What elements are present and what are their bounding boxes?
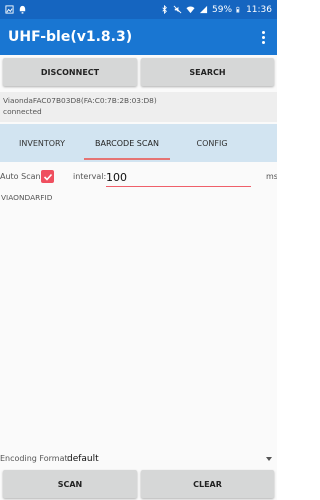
scan-results[interactable]: VIAONDARFID xyxy=(0,190,277,440)
tab-indicator xyxy=(84,158,170,160)
wifi-icon xyxy=(186,6,195,14)
encoding-label: Encoding Format xyxy=(0,454,68,463)
app-root: 59% 11:36 UHF-ble(v1.8.3) DISCONNECT SEA… xyxy=(0,0,277,500)
interval-input[interactable] xyxy=(106,168,251,187)
bluetooth-icon xyxy=(162,5,167,14)
device-info: ViaondaFAC07B03D8(FA:C0:7B:2B:03:D8) con… xyxy=(0,92,277,122)
dropdown-arrow-icon xyxy=(266,457,272,461)
status-bar: 59% 11:36 xyxy=(0,0,277,19)
scan-button[interactable]: SCAN xyxy=(3,470,137,498)
overflow-menu-icon[interactable] xyxy=(257,27,269,47)
image-notification-icon xyxy=(5,5,14,14)
status-right: 59% 11:36 xyxy=(160,5,272,15)
signal-icon xyxy=(199,5,208,14)
encoding-value: default xyxy=(67,454,99,464)
tab-inventory[interactable]: INVENTORY xyxy=(0,124,84,162)
bottom-actions: SCAN CLEAR xyxy=(0,470,277,500)
app-title: UHF-ble(v1.8.3) xyxy=(8,29,133,45)
check-icon xyxy=(43,173,52,181)
result-item: VIAONDARFID xyxy=(1,193,53,202)
clear-button[interactable]: CLEAR xyxy=(141,470,274,498)
tab-barcode-scan[interactable]: BARCODE SCAN xyxy=(84,124,170,162)
auto-scan-checkbox[interactable] xyxy=(41,170,54,183)
tab-config[interactable]: CONFIG xyxy=(170,124,254,162)
encoding-select[interactable]: default xyxy=(67,451,275,467)
status-left xyxy=(5,5,27,14)
device-name: ViaondaFAC07B03D8(FA:C0:7B:2B:03:D8) xyxy=(3,96,157,105)
search-button[interactable]: SEARCH xyxy=(141,58,274,86)
mute-icon xyxy=(173,5,182,14)
scan-settings: Auto Scan interval: ms xyxy=(0,166,277,190)
app-bar: UHF-ble(v1.8.3) xyxy=(0,19,277,55)
battery-percent: 59% xyxy=(212,4,233,15)
connection-status: connected xyxy=(3,107,42,116)
disconnect-button[interactable]: DISCONNECT xyxy=(3,58,137,86)
encoding-row: Encoding Format default xyxy=(0,449,277,469)
interval-unit: ms xyxy=(266,172,277,181)
auto-scan-label: Auto Scan xyxy=(0,172,41,181)
tab-bar: INVENTORY BARCODE SCAN CONFIG xyxy=(0,124,277,162)
interval-label: interval: xyxy=(73,172,107,181)
notification-icon xyxy=(19,5,26,14)
battery-icon xyxy=(236,6,240,13)
clock: 11:36 xyxy=(246,4,272,15)
connection-actions: DISCONNECT SEARCH xyxy=(0,58,277,88)
